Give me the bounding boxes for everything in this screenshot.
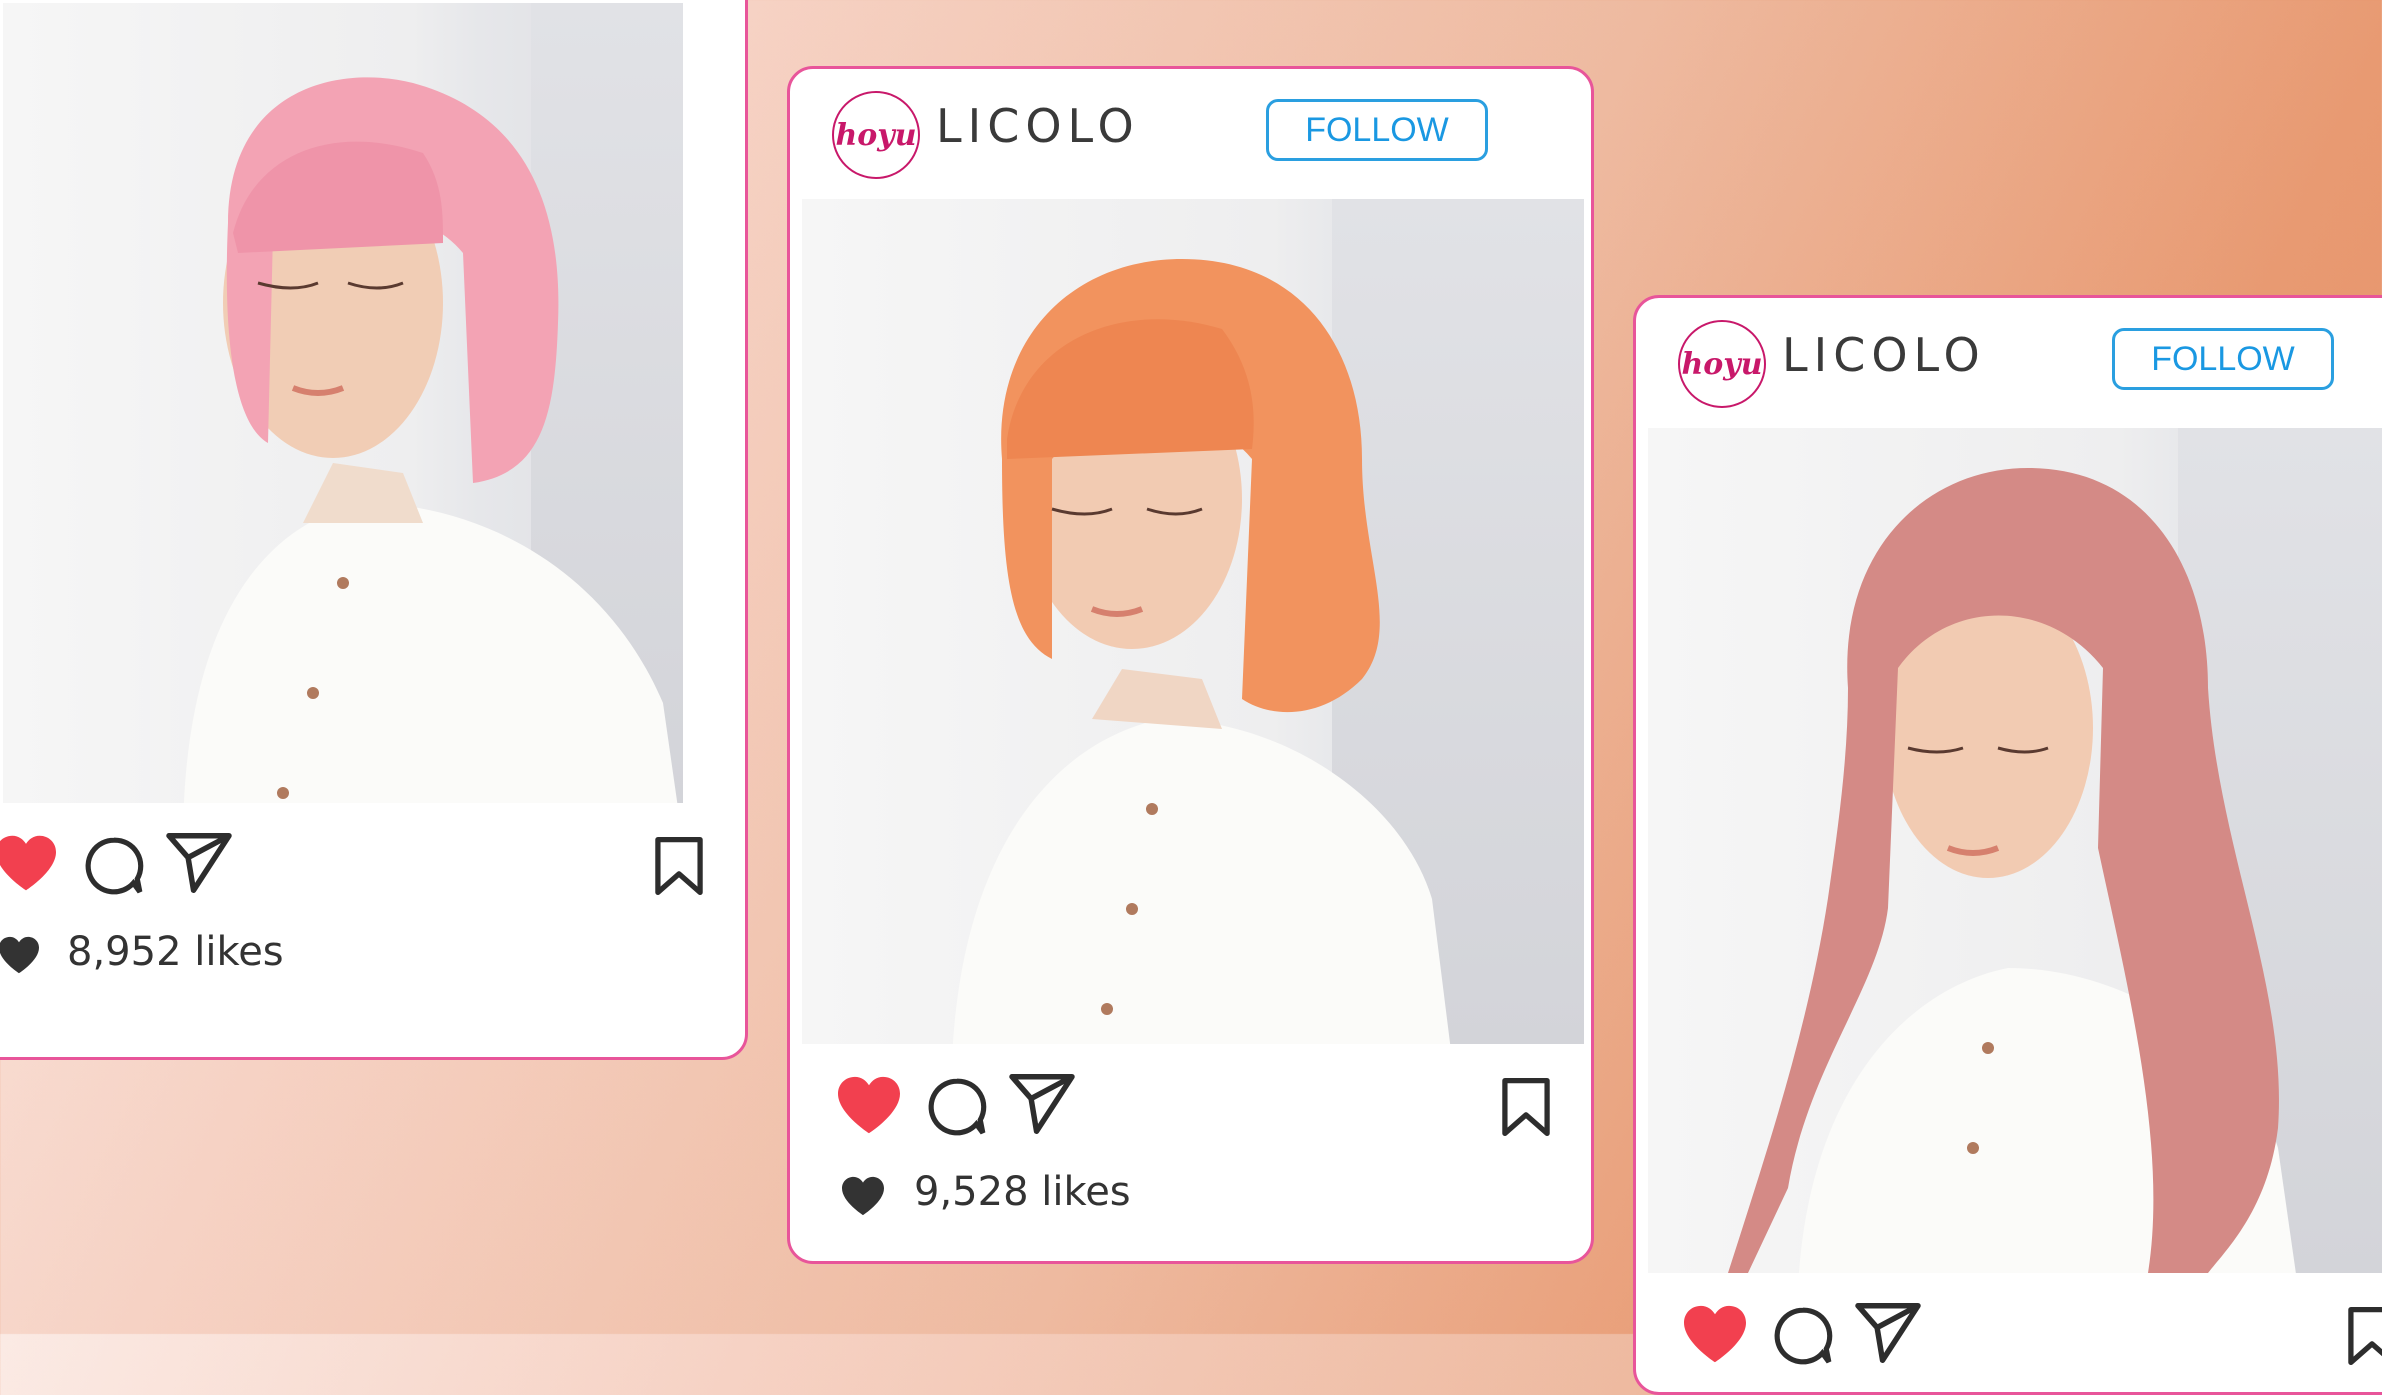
send-icon[interactable] — [165, 833, 233, 893]
post-card-3: hoyu LICOLO FOLLOW — [1633, 295, 2382, 1395]
heart-small-icon — [840, 1175, 886, 1217]
brand-logo[interactable]: hoyu — [832, 91, 920, 179]
comment-icon[interactable] — [1772, 1305, 1834, 1367]
model-illustration — [1728, 468, 2296, 1273]
bookmark-icon[interactable] — [655, 837, 703, 895]
post-photo[interactable] — [1648, 428, 2382, 1273]
follow-button[interactable]: FOLLOW — [1266, 99, 1488, 161]
comment-icon[interactable] — [926, 1076, 988, 1138]
post-header: hoyu LICOLO FOLLOW — [1636, 298, 2382, 418]
heart-small-icon — [0, 935, 41, 975]
heart-icon[interactable] — [834, 1074, 904, 1136]
brand-logo[interactable]: hoyu — [1678, 320, 1766, 408]
brand-name[interactable]: LICOLO — [1782, 328, 1986, 382]
post-card-2: hoyu LICOLO FOLLOW 9,528 likes — [787, 66, 1594, 1264]
brand-name[interactable]: LICOLO — [936, 99, 1140, 153]
send-icon[interactable] — [1854, 1303, 1922, 1363]
likes-count: 9,528 likes — [914, 1169, 1131, 1215]
heart-icon[interactable] — [0, 833, 59, 893]
bookmark-icon[interactable] — [1502, 1078, 1550, 1136]
post-photo[interactable] — [802, 199, 1584, 1044]
follow-button[interactable]: FOLLOW — [2112, 328, 2334, 390]
comment-icon[interactable] — [83, 835, 145, 897]
model-illustration — [952, 259, 1451, 1044]
post-photo[interactable] — [3, 3, 683, 803]
send-icon[interactable] — [1008, 1074, 1076, 1134]
post-card-1: 8,952 likes — [0, 0, 748, 1060]
post-header: hoyu LICOLO FOLLOW — [790, 69, 1591, 189]
bookmark-icon[interactable] — [2348, 1307, 2382, 1365]
heart-icon[interactable] — [1680, 1303, 1750, 1365]
likes-count: 8,952 likes — [67, 929, 284, 975]
model-illustration — [184, 77, 678, 803]
